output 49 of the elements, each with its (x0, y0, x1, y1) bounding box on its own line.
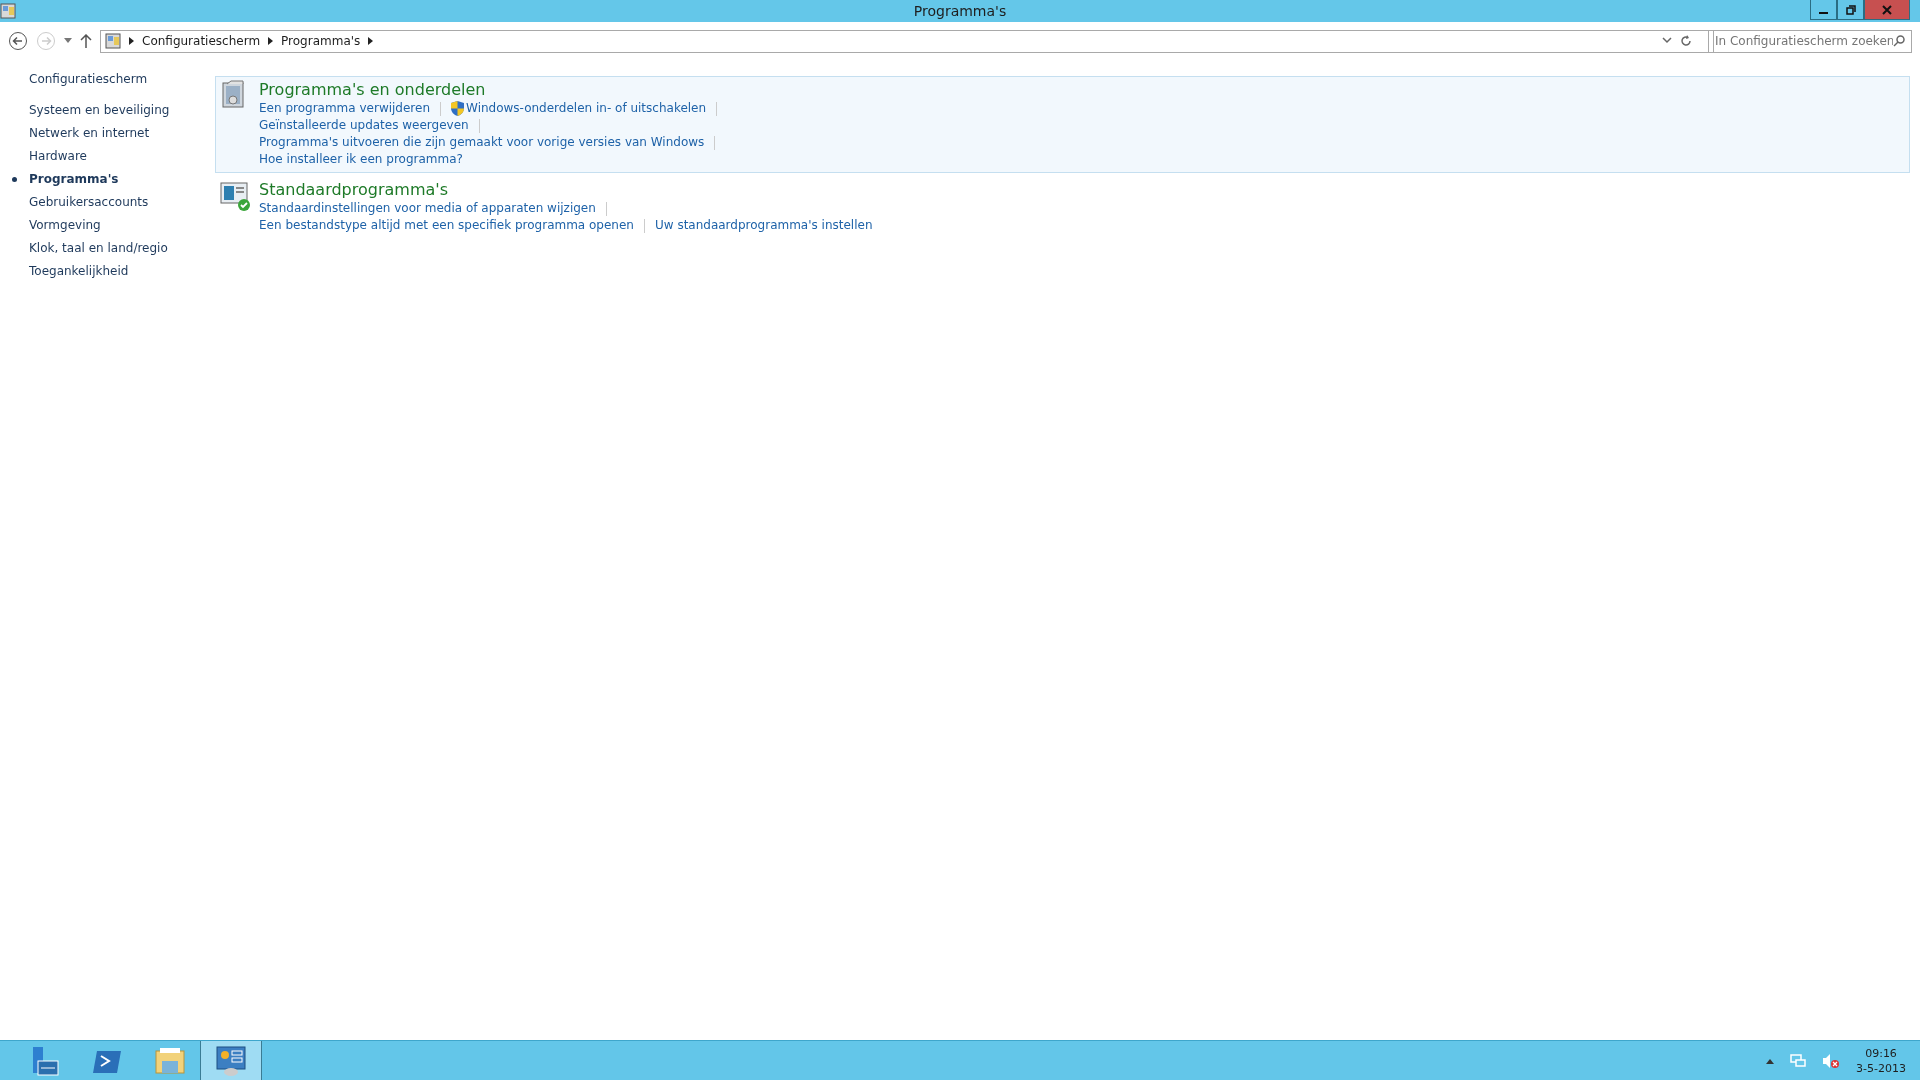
minimize-button[interactable] (1810, 0, 1837, 20)
bullet-icon (12, 177, 17, 182)
up-caret-icon[interactable] (1766, 1057, 1775, 1064)
chevron-icon[interactable] (268, 37, 274, 45)
task-link[interactable]: Programma's uitvoeren die zijn gemaakt voor vorige versies van Windows (259, 134, 705, 151)
control-panel-icon (215, 1044, 247, 1077)
chevron-icon[interactable] (368, 37, 374, 45)
sidebar-home-link[interactable]: Configuratiescherm (29, 68, 215, 91)
dropdown-icon[interactable] (64, 38, 72, 44)
clock-time[interactable]: 09:16 (1856, 1045, 1906, 1061)
dropdown-icon[interactable] (1662, 37, 1672, 45)
task-link[interactable]: Standaardinstellingen voor media of apparaten wijzigen (259, 200, 596, 217)
task-link[interactable]: Hoe installeer ik een programma? (259, 151, 463, 168)
speaker-muted-icon[interactable] (1822, 1052, 1841, 1069)
restore-icon (1845, 4, 1856, 15)
search-field[interactable]: In Configuratiescherm zoeken (1708, 29, 1912, 53)
sidebar-link[interactable]: Netwerk en internet (29, 122, 215, 145)
sidebar-link[interactable]: Hardware (29, 145, 215, 168)
close-button[interactable] (1864, 0, 1910, 20)
control-panel-icon (105, 33, 121, 49)
up-arrow-icon[interactable] (80, 34, 92, 48)
sidebar-link[interactable]: Programma's (29, 168, 215, 191)
sidebar-link[interactable]: Vormgeving (29, 214, 215, 237)
task-link[interactable]: Geïnstalleerde updates weergeven (259, 117, 469, 134)
breadcrumb-item[interactable]: Programma's (281, 32, 361, 50)
task-link[interactable]: Een programma verwijderen (259, 100, 431, 117)
category-title-link[interactable]: Programma's en onderdelen (259, 80, 728, 100)
category-title-link[interactable]: Standaardprogramma's (259, 180, 873, 200)
address-bar[interactable]: Configuratiescherm Programma's (100, 29, 1714, 53)
back-icon[interactable] (8, 31, 28, 51)
task-link[interactable]: Windows-onderdelen in- of uitschakelen (466, 100, 707, 117)
search-icon (1893, 35, 1905, 47)
task-link[interactable]: Uw standaardprogramma's instellen (654, 217, 873, 234)
window-checkmark-icon[interactable] (219, 180, 251, 212)
clock-date[interactable]: 3-5-2013 (1856, 1060, 1906, 1076)
task-link[interactable]: Een bestandstype altijd met een specifiek programma openen (259, 217, 634, 234)
maximize-button[interactable] (1837, 0, 1864, 20)
taskbar-app-button[interactable] (200, 1040, 262, 1080)
window-icon (0, 3, 16, 19)
sidebar-link[interactable]: Klok, taal en land/regio (29, 237, 215, 260)
breadcrumb-item[interactable]: Configuratiescherm (142, 32, 261, 50)
sidebar-link[interactable]: Systeem en beveiliging (29, 99, 215, 122)
minimize-icon (1819, 12, 1828, 14)
sidebar-link[interactable]: Gebruikersaccounts (29, 191, 215, 214)
close-icon (1882, 4, 1892, 15)
refresh-icon[interactable] (1680, 35, 1692, 47)
sidebar-link[interactable]: Toegankelijkheid (29, 260, 215, 283)
chevron-icon[interactable] (129, 37, 134, 45)
window-title: Programma's (913, 2, 1007, 21)
